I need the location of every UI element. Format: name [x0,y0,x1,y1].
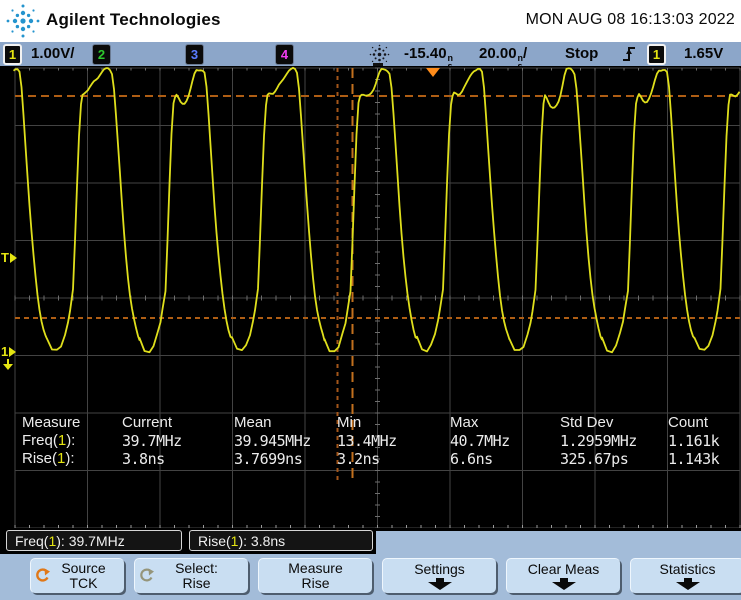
measurement-label: Rise(1): [22,450,75,467]
trigger-source-button[interactable]: 1 [647,44,666,65]
down-arrow-icon [427,578,452,590]
measurement-row-rise: Rise(1): 3.8ns 3.7699ns 3.2ns 6.6ns 325.… [22,450,720,468]
channel-1-ground-marker[interactable]: 1 [1,345,17,358]
down-arrow-icon [675,578,700,590]
oscilloscope-screen: Agilent Technologies MON AUG 08 16:13:03… [0,0,741,600]
softkey-select[interactable]: Select: Rise [134,558,248,593]
result-bar: Freq(1): 39.7MHz Rise(1): 3.8ns [0,528,376,554]
channel-2-button[interactable]: 2 [92,44,111,65]
triangle-right-icon [9,347,17,357]
softkey-clear-meas[interactable]: Clear Meas [506,558,620,593]
waveform-display: T 1 Measure Current Mean Min Max Std Dev… [0,66,741,528]
channel-1-button[interactable]: 1 [3,44,22,65]
softkey-row: Source TCK Select: Rise Measure Rise Set… [30,558,741,593]
measurement-row-freq: Freq(1): 39.7MHz 39.945MHz 13.4MHz 40.7M… [22,432,720,450]
freq-result-pill: Freq(1): 39.7MHz [6,530,182,551]
knob-icon [36,568,50,582]
run-state-indicator: Stop [565,45,599,62]
softkey-measure[interactable]: Measure Rise [258,558,372,593]
status-bar: 1 1.00V/ 2 3 4 -15.40ns 20. [0,42,741,71]
spark-icon [369,44,390,65]
measurement-table: Measure Current Mean Min Max Std Dev Cou… [0,414,741,468]
channel-1-scale: 1.00V/ [31,45,75,62]
knob-icon [140,568,154,582]
triangle-right-icon [9,253,17,263]
down-arrow-icon [3,359,13,370]
measurement-table-header: Measure Current Mean Min Max Std Dev Cou… [22,414,709,431]
trigger-level-marker[interactable]: T [1,251,17,264]
header-bar: Agilent Technologies MON AUG 08 16:13:03… [0,0,741,42]
down-arrow-icon [551,578,576,590]
agilent-logo-icon [6,4,40,38]
trigger-level-readout: 1.65V [684,45,724,62]
measurement-label: Freq(1): [22,432,76,449]
datetime-display: MON AUG 08 16:13:03 2022 [525,11,735,28]
trigger-slope-icon [623,47,635,61]
channel-3-button[interactable]: 3 [185,44,204,65]
softkey-statistics[interactable]: Statistics [630,558,741,593]
brand-title: Agilent Technologies [46,10,221,29]
channel-4-button[interactable]: 4 [275,44,294,65]
softkey-settings[interactable]: Settings [382,558,496,593]
softkey-source[interactable]: Source TCK [30,558,124,593]
rise-result-pill: Rise(1): 3.8ns [189,530,373,551]
